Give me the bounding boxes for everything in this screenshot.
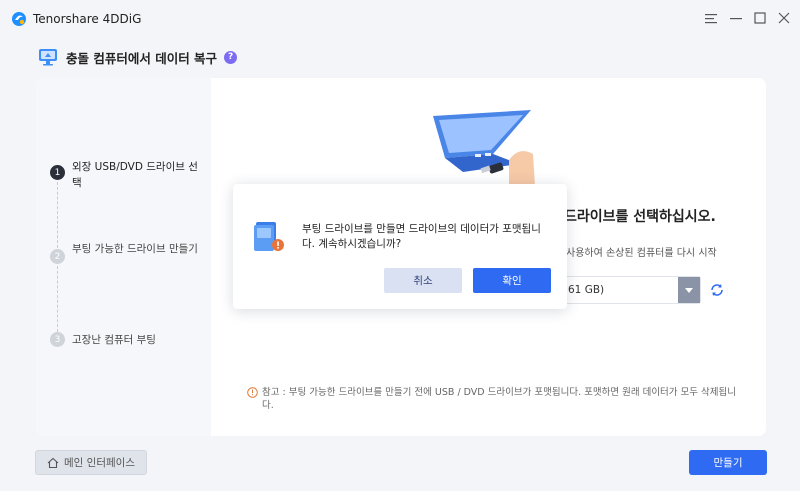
cancel-button[interactable]: 취소: [384, 268, 462, 293]
app-window: Tenorshare 4DDiG 충돌 컴퓨터에서 데이터 복구 ? 1 외장 …: [0, 0, 800, 491]
menu-icon: [705, 13, 717, 23]
create-button[interactable]: 만들기: [689, 450, 767, 475]
maximize-button[interactable]: [751, 9, 769, 27]
step-number: 2: [50, 249, 65, 264]
step-label: 부팅 가능한 드라이브 만들기: [72, 243, 198, 255]
step-connector: [57, 266, 58, 332]
step-label: 고장난 컴퓨터 부팅: [72, 334, 156, 346]
select-drive-heading: 드라이브를 선택하십시오.: [564, 209, 716, 225]
warning-icon: [247, 387, 258, 398]
help-icon[interactable]: ?: [224, 50, 238, 64]
menu-button[interactable]: [702, 9, 720, 27]
home-icon: [47, 457, 59, 468]
close-button[interactable]: [775, 9, 793, 27]
drive-dropdown-value: 61 GB): [568, 284, 605, 296]
monitor-recovery-icon: [39, 49, 57, 66]
confirm-button[interactable]: 확인: [473, 268, 551, 293]
dropdown-arrow[interactable]: [678, 277, 700, 303]
steps-sidebar: 1 외장 USB/DVD 드라이브 선택 2 부팅 가능한 드라이브 만들기 3…: [36, 78, 211, 436]
dialog-message: 부팅 드라이브를 만들면 드라이브의 데이터가 포맷됩니다. 계속하시겠습니까?: [302, 223, 541, 250]
step-label: 외장 USB/DVD 드라이브 선택: [72, 161, 198, 189]
laptop-usb-illustration: [433, 110, 535, 186]
drive-warning-icon: [254, 222, 284, 251]
minimize-button[interactable]: [727, 9, 745, 27]
close-icon: [778, 12, 790, 24]
app-logo-icon: [12, 12, 26, 26]
page-header: 충돌 컴퓨터에서 데이터 복구 ?: [38, 46, 238, 68]
main-interface-button[interactable]: 메인 인터페이스: [35, 450, 147, 475]
page-title: 충돌 컴퓨터에서 데이터 복구: [66, 50, 218, 66]
app-title: Tenorshare 4DDiG: [33, 12, 142, 26]
chevron-down-icon: [685, 287, 693, 293]
title-bar: Tenorshare 4DDiG: [0, 0, 800, 38]
main-interface-label: 메인 인터페이스: [64, 457, 135, 469]
minimize-icon: [730, 18, 742, 20]
step-number: 1: [50, 165, 65, 180]
maximize-icon: [754, 12, 766, 24]
notice-text: 참고 : 부팅 가능한 드라이브를 만들기 전에 USB / DVD 드라이브가…: [262, 387, 737, 411]
refresh-icon[interactable]: [709, 282, 725, 298]
select-drive-description: 사용하여 손상된 컴퓨터를 다시 시작: [566, 248, 717, 259]
format-confirm-dialog: 부팅 드라이브를 만들면 드라이브의 데이터가 포맷됩니다. 계속하시겠습니까?…: [233, 184, 567, 309]
step-number: 3: [50, 332, 65, 347]
step-connector: [57, 182, 58, 248]
